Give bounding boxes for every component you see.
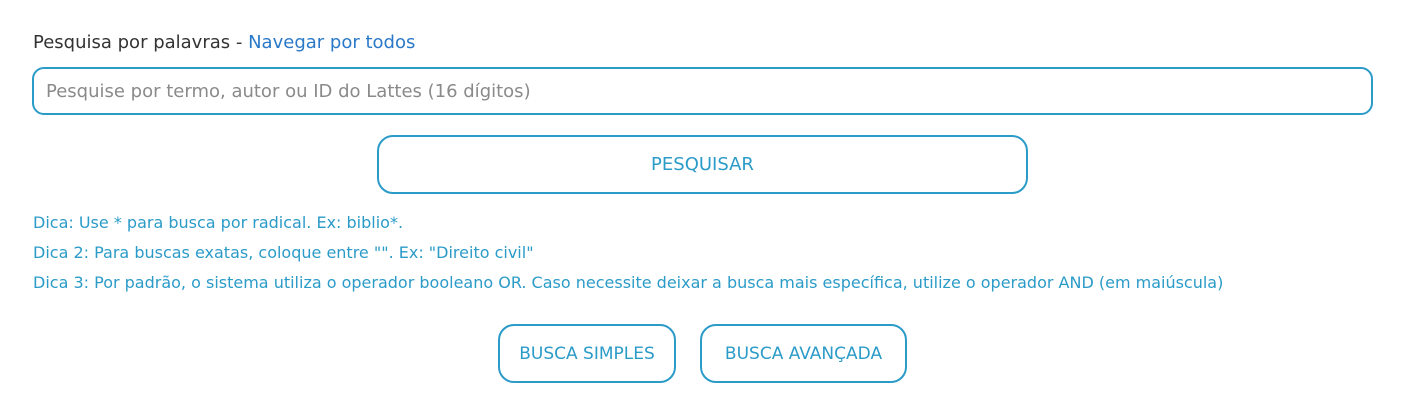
simple-search-button[interactable]: BUSCA SIMPLES bbox=[498, 324, 676, 383]
search-input[interactable] bbox=[32, 67, 1373, 115]
search-heading: Pesquisa por palavras - Navegar por todo… bbox=[33, 32, 415, 54]
search-tips: Dica: Use * para busca por radical. Ex: … bbox=[33, 208, 1393, 298]
browse-all-link[interactable]: Navegar por todos bbox=[248, 32, 415, 53]
search-button[interactable]: PESQUISAR bbox=[377, 135, 1028, 194]
tip-1: Dica: Use * para busca por radical. Ex: … bbox=[33, 213, 404, 232]
search-page: Pesquisa por palavras - Navegar por todo… bbox=[0, 0, 1411, 408]
tip-3: Dica 3: Por padrão, o sistema utiliza o … bbox=[33, 273, 1224, 292]
search-heading-label: Pesquisa por palavras bbox=[33, 32, 231, 53]
advanced-search-button[interactable]: BUSCA AVANÇADA bbox=[700, 324, 907, 383]
search-heading-separator: - bbox=[230, 32, 249, 53]
tip-2: Dica 2: Para buscas exatas, coloque entr… bbox=[33, 243, 534, 262]
